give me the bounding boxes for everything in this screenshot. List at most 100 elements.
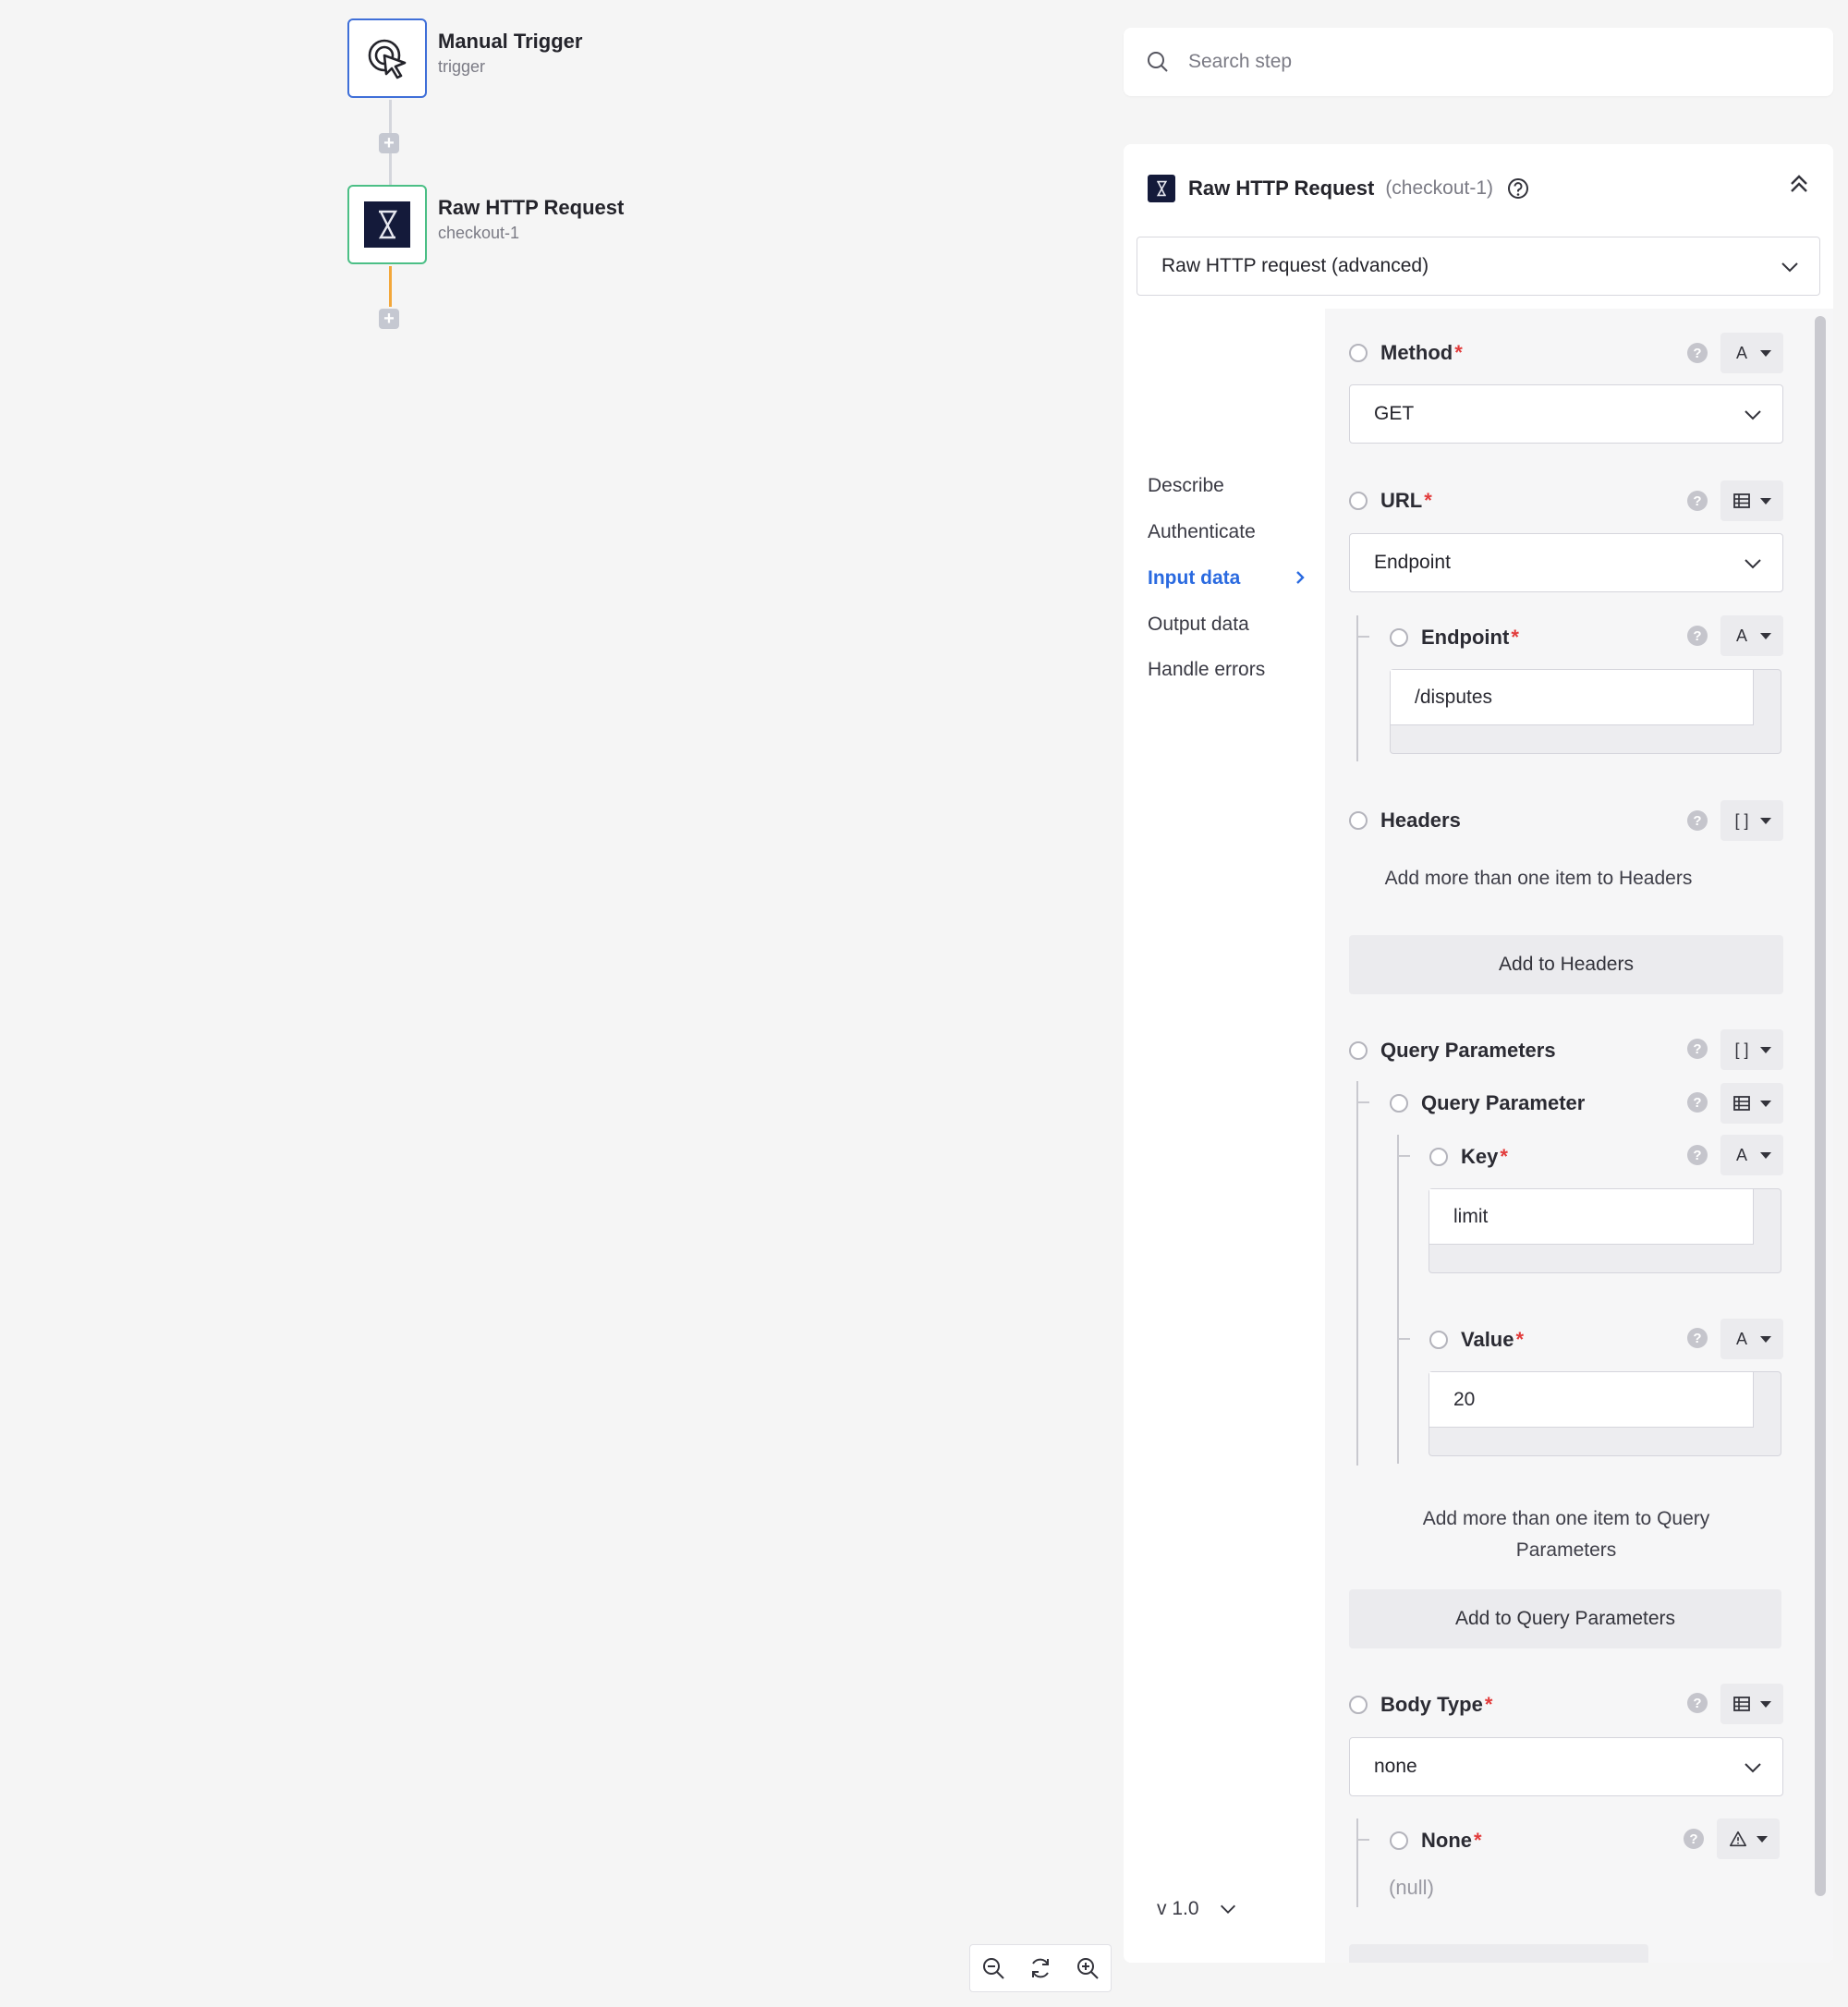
url-value: Endpoint — [1374, 552, 1451, 573]
body-type-radio[interactable] — [1349, 1696, 1368, 1714]
scrollbar-thumb[interactable] — [1815, 316, 1826, 1896]
endpoint-input-wrapper: /disputes — [1390, 669, 1781, 754]
panel-title: Raw HTTP Request — [1188, 176, 1375, 200]
warning-triangle-icon — [1730, 1831, 1746, 1847]
headers-radio[interactable] — [1349, 811, 1368, 830]
nav-handle-errors[interactable]: Handle errors — [1148, 659, 1265, 681]
tree-line — [1356, 1081, 1358, 1466]
node-icon-box — [347, 18, 427, 98]
value-type-selector[interactable]: A — [1720, 1319, 1783, 1359]
node-raw-http-request[interactable]: Raw HTTP Request checkout-1 — [347, 185, 624, 264]
endpoint-radio[interactable] — [1390, 628, 1408, 647]
headers-info: Add more than one item to Headers — [1384, 868, 1693, 889]
url-radio[interactable] — [1349, 492, 1368, 510]
key-value: limit — [1453, 1205, 1489, 1227]
panel-step-id: (checkout-1) — [1385, 177, 1494, 199]
node-title: Raw HTTP Request — [438, 196, 625, 219]
key-type-selector[interactable]: A — [1720, 1135, 1783, 1175]
help-icon[interactable]: ? — [1687, 1039, 1708, 1059]
caret-down-icon — [1760, 1700, 1771, 1708]
help-icon[interactable]: ? — [1687, 1693, 1708, 1713]
action-select-value: Raw HTTP request (advanced) — [1161, 255, 1429, 276]
url-dropdown[interactable]: Endpoint — [1349, 533, 1783, 592]
query-parameter-type-selector[interactable] — [1720, 1083, 1783, 1124]
help-icon[interactable]: ? — [1687, 1145, 1708, 1165]
zoom-in-icon[interactable] — [1069, 1950, 1106, 1987]
value-input[interactable]: 20 — [1429, 1372, 1754, 1428]
tree-line — [1356, 1839, 1369, 1841]
query-parameter-radio[interactable] — [1390, 1094, 1408, 1113]
add-step-button[interactable]: + — [379, 133, 399, 153]
node-subtitle: checkout-1 — [438, 224, 520, 242]
add-to-headers-button[interactable]: Add to Headers — [1349, 935, 1783, 994]
help-icon[interactable]: ? — [1687, 1092, 1708, 1113]
key-radio[interactable] — [1429, 1148, 1448, 1166]
query-parameter-label: Query Parameter — [1390, 1091, 1585, 1115]
help-icon[interactable]: ? — [1687, 810, 1708, 831]
value-label-text: Value — [1461, 1328, 1514, 1351]
reset-zoom-icon[interactable] — [1022, 1950, 1059, 1987]
help-icon[interactable]: ? — [1687, 491, 1708, 511]
nav-input-data[interactable]: Input data — [1148, 567, 1314, 590]
help-icon[interactable]: ? — [1687, 1328, 1708, 1348]
method-dropdown[interactable]: GET — [1349, 384, 1783, 444]
table-type-icon — [1733, 1096, 1750, 1111]
method-type-selector[interactable]: A — [1720, 333, 1783, 373]
edge-plus-to-http — [389, 153, 392, 187]
query-parameter-label-text: Query Parameter — [1421, 1091, 1586, 1114]
help-icon[interactable]: ? — [1687, 343, 1708, 363]
body-type-type-selector[interactable] — [1720, 1684, 1783, 1724]
none-radio[interactable] — [1390, 1831, 1408, 1850]
chevron-down-icon — [1779, 256, 1801, 284]
caret-down-icon — [1760, 1151, 1771, 1159]
partial-button[interactable] — [1349, 1944, 1648, 1963]
value-radio[interactable] — [1429, 1331, 1448, 1349]
text-type-icon: A — [1735, 1145, 1747, 1164]
chevron-down-icon — [1742, 404, 1764, 432]
key-label-text: Key — [1461, 1145, 1499, 1168]
endpoint-type-selector[interactable]: A — [1720, 615, 1783, 656]
chevron-down-icon — [1742, 1757, 1764, 1784]
nav-describe[interactable]: Describe — [1148, 475, 1224, 497]
caret-down-icon — [1760, 1335, 1771, 1343]
help-icon[interactable]: ? — [1687, 626, 1708, 646]
edge-http-to-plus — [389, 266, 392, 307]
edge-trigger-to-plus — [389, 100, 392, 133]
node-title: Manual Trigger — [438, 30, 583, 53]
add-step-button[interactable]: + — [379, 309, 399, 329]
action-select[interactable]: Raw HTTP request (advanced) — [1137, 237, 1820, 296]
node-manual-trigger[interactable]: Manual Trigger trigger — [347, 18, 582, 98]
cursor-click-icon — [368, 39, 407, 79]
zoom-out-icon[interactable] — [975, 1950, 1012, 1987]
required-marker: * — [1484, 1693, 1493, 1716]
help-icon[interactable]: ? — [1684, 1829, 1704, 1849]
search-step-input[interactable] — [1186, 50, 1791, 74]
none-label-text: None — [1421, 1829, 1472, 1852]
query-parameters-type-selector[interactable]: [ ] — [1720, 1029, 1783, 1070]
none-type-selector[interactable] — [1717, 1818, 1780, 1859]
chevron-down-icon — [1742, 553, 1764, 580]
chevron-right-icon — [1294, 569, 1307, 591]
headers-type-selector[interactable]: [ ] — [1720, 800, 1783, 841]
url-label: URL * — [1349, 489, 1432, 513]
search-step-box — [1124, 28, 1833, 96]
body-type-dropdown[interactable]: none — [1349, 1737, 1783, 1796]
method-radio[interactable] — [1349, 344, 1368, 362]
required-marker: * — [1454, 341, 1463, 364]
query-parameters-radio[interactable] — [1349, 1041, 1368, 1060]
add-to-query-parameters-button[interactable]: Add to Query Parameters — [1349, 1589, 1781, 1648]
url-type-selector[interactable] — [1720, 480, 1783, 521]
required-marker: * — [1474, 1829, 1482, 1852]
caret-down-icon — [1760, 817, 1771, 824]
nav-authenticate[interactable]: Authenticate — [1148, 521, 1256, 543]
caret-down-icon — [1760, 1100, 1771, 1107]
query-parameters-label-text: Query Parameters — [1380, 1039, 1556, 1062]
nav-output-data[interactable]: Output data — [1148, 614, 1249, 636]
version-label: v 1.0 — [1157, 1898, 1199, 1919]
collapse-chevrons-up-icon[interactable] — [1787, 172, 1811, 201]
help-circle-icon[interactable] — [1506, 176, 1530, 201]
required-marker: * — [1511, 626, 1519, 649]
version-select[interactable]: v 1.0 — [1157, 1898, 1238, 1920]
endpoint-input[interactable]: /disputes — [1391, 670, 1754, 725]
key-input[interactable]: limit — [1429, 1189, 1754, 1245]
